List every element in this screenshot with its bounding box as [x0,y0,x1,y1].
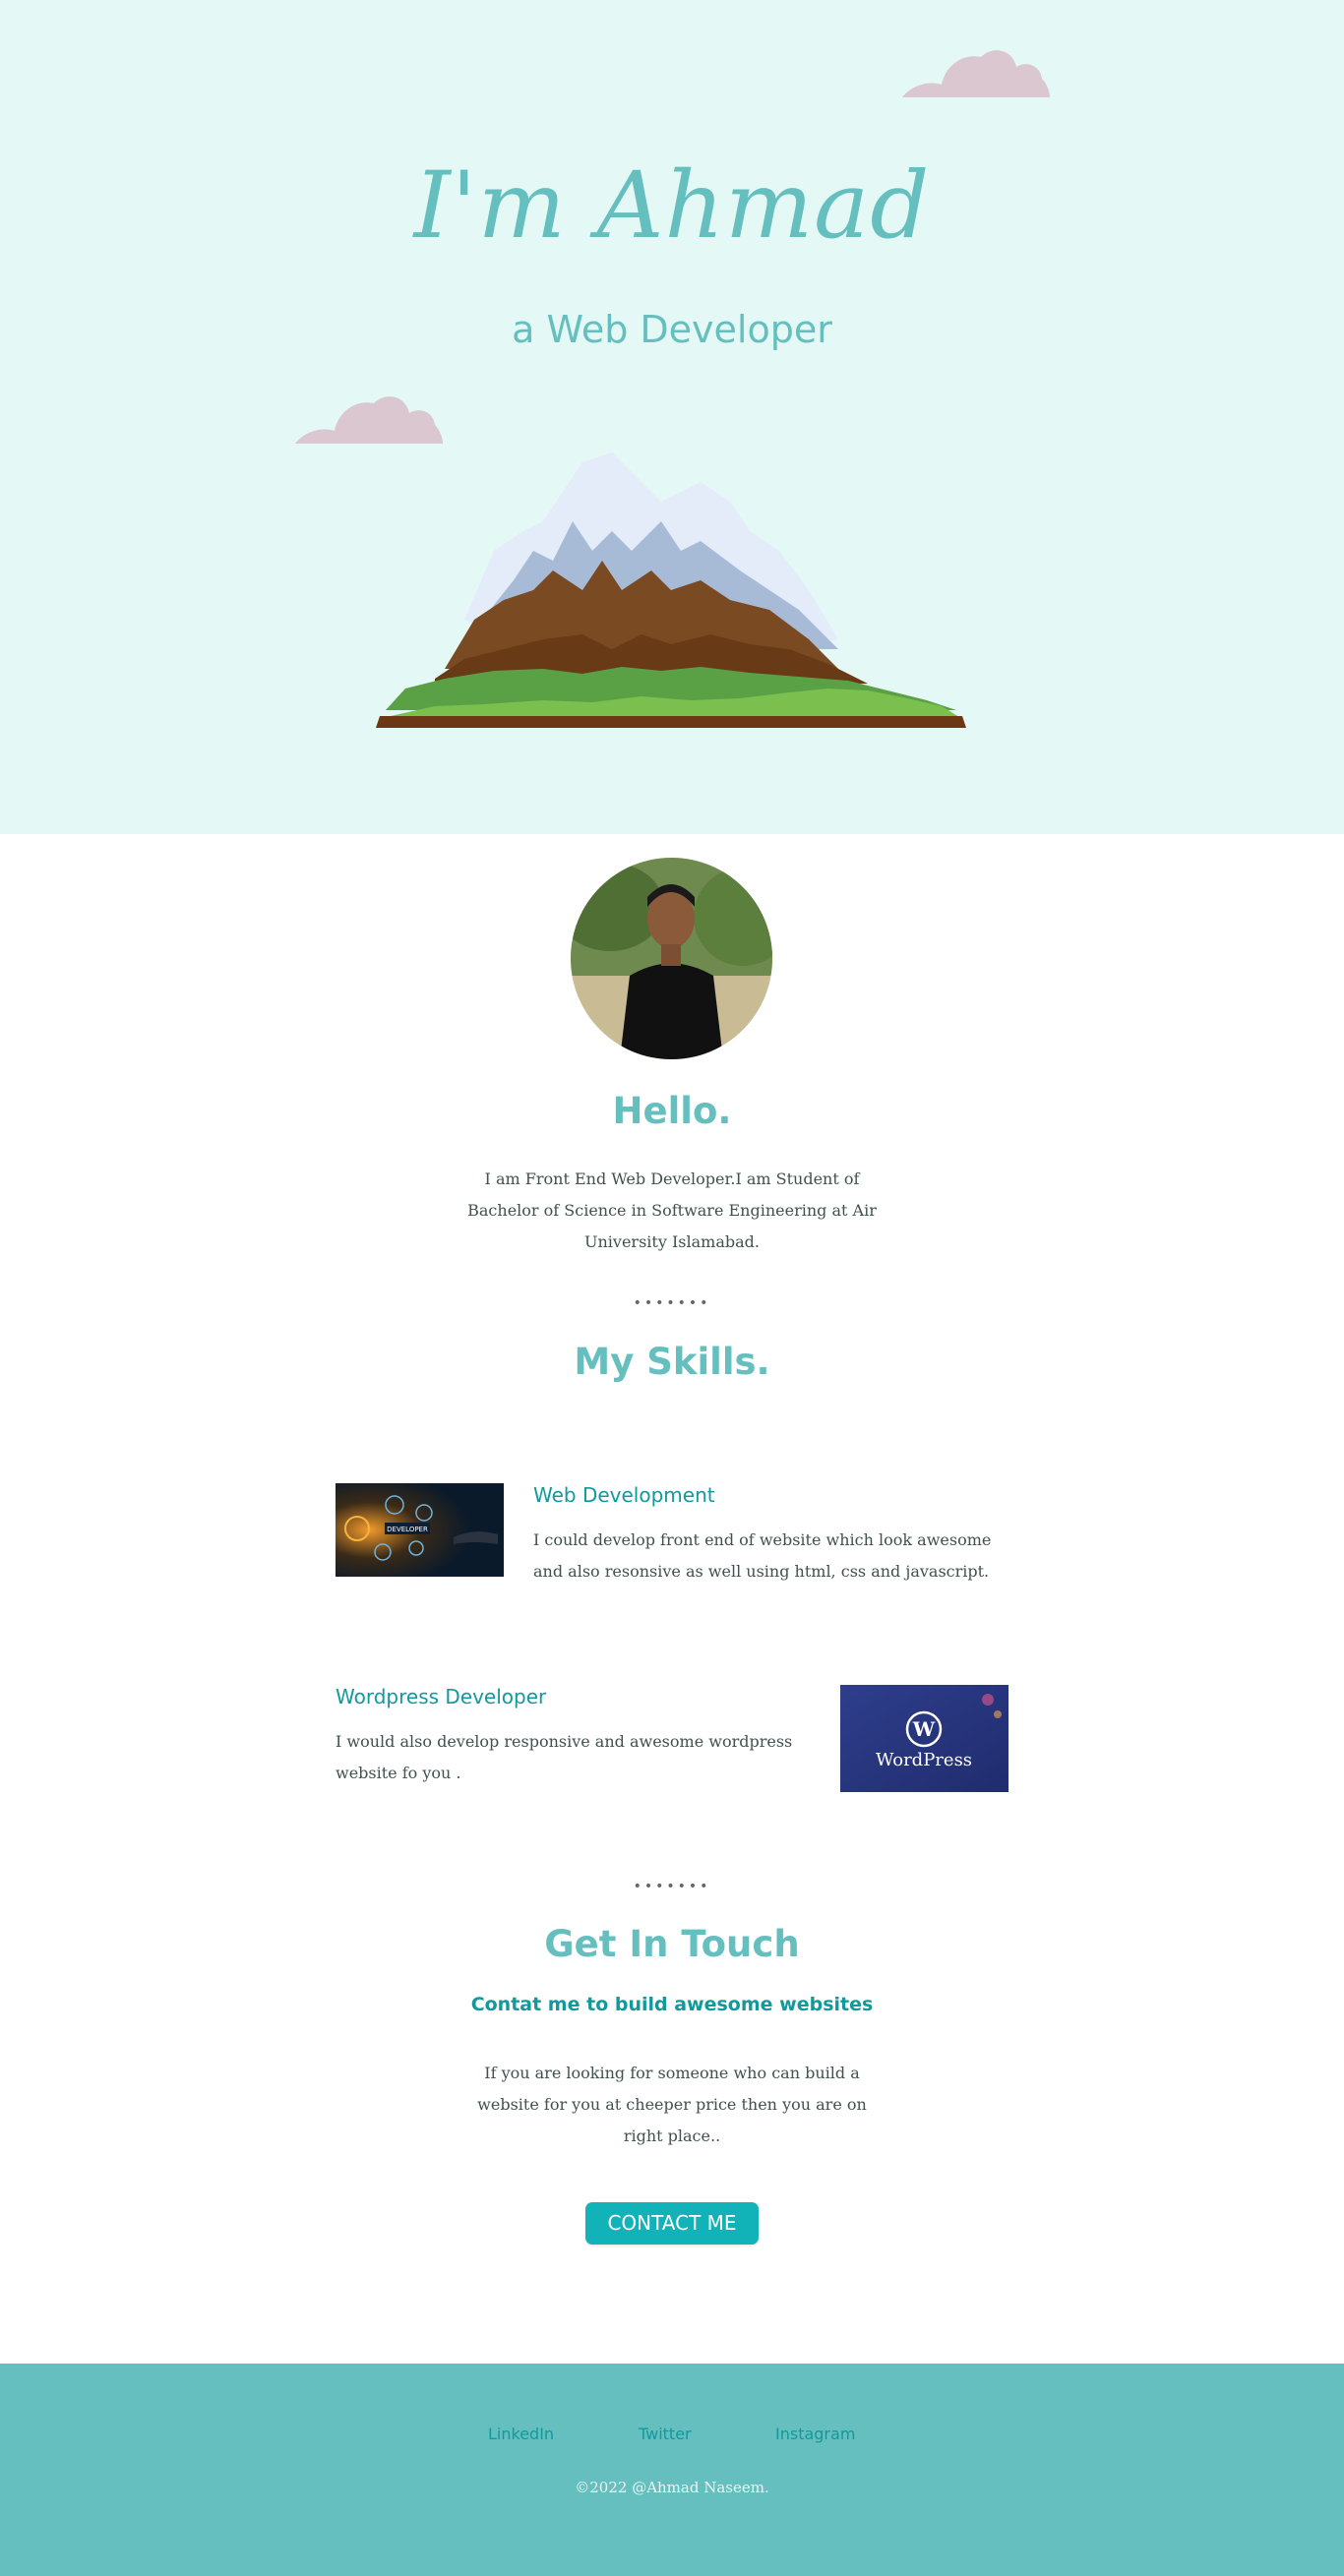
hero-title: I'm Ahmad [413,152,931,260]
contact-heading: Get In Touch [544,1923,800,1965]
contact-me-button[interactable]: CONTACT ME [585,2202,759,2245]
hero-section: I'm Ahmad a Web Developer [0,0,1344,834]
divider: ••••••• [633,1295,711,1311]
skill-description: I would also develop responsive and awes… [336,1732,793,1782]
hello-heading: Hello. [612,1090,732,1132]
contact-subheading: Contat me to build awesome websites [470,1994,874,2015]
avatar [571,858,772,1059]
footer: LinkedIn Twitter Instagram ©2022 @Ahmad … [0,2364,1344,2576]
mountain-illustration [376,452,966,728]
footer-link-instagram[interactable]: Instagram [775,2425,855,2443]
skill-description: I could develop front end of website whi… [533,1530,992,1581]
contact-text: If you are looking for someone who can b… [477,2064,867,2145]
wordpress-image: W WordPress [840,1685,1008,1792]
svg-text:W: W [912,1717,936,1741]
skill-title: Web Development [533,1483,715,1507]
divider: ••••••• [633,1879,711,1894]
skill-title: Wordpress Developer [336,1685,547,1708]
web-development-image-caption: DEVELOPER [387,1526,428,1533]
wordpress-image-caption: WordPress [876,1750,972,1770]
footer-link-twitter[interactable]: Twitter [639,2425,692,2443]
web-development-image: DEVELOPER [336,1483,504,1577]
copyright-text: ©2022 @Ahmad Naseem. [575,2479,769,2496]
about-text: I am Front End Web Developer.I am Studen… [467,1169,877,1251]
cloud-icon [295,396,443,444]
hero-subtitle: a Web Developer [512,308,832,351]
footer-link-linkedin[interactable]: LinkedIn [488,2425,554,2443]
skills-heading: My Skills. [574,1341,770,1383]
cloud-icon [902,50,1050,97]
